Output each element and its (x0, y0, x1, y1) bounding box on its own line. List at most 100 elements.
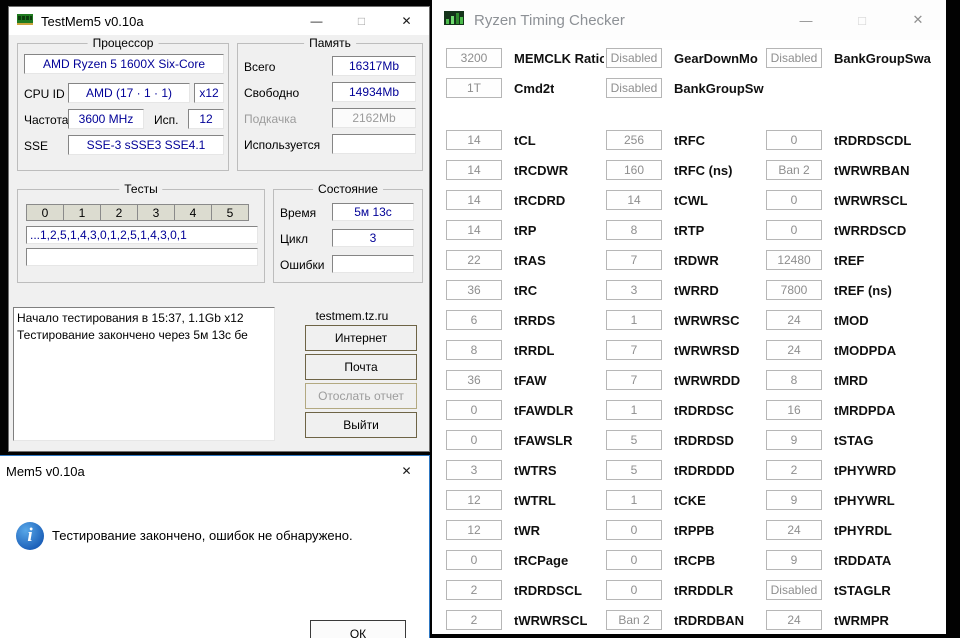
timing-label: tRP (514, 222, 537, 238)
timing-value-box: Disabled (606, 48, 662, 68)
minimize-icon[interactable]: — (294, 7, 339, 35)
timing-cell: Disabled BankGroupSwa (766, 43, 931, 73)
errors-label: Ошибки (280, 258, 325, 272)
timing-cell: 1 tWRWRSC (606, 305, 739, 335)
timing-label: tPHYRDL (834, 522, 892, 538)
timing-value-box: 36 (446, 370, 502, 390)
timing-label: tSTAGLR (834, 582, 891, 598)
timing-cell: 7 tWRWRSD (606, 335, 739, 365)
timing-label: tWRWRBAN (834, 162, 910, 178)
mail-button[interactable]: Почта (305, 354, 417, 380)
internet-button[interactable]: Интернет (305, 325, 417, 351)
timing-cell: 1 tCKE (606, 485, 706, 515)
test-log-box[interactable]: Начало тестирования в 15:37, 1.1Gb x12 Т… (13, 307, 275, 441)
timing-label: tWRWRSCL (514, 612, 588, 628)
timing-cell: 256 tRFC (606, 125, 705, 155)
timing-label: tMOD (834, 312, 869, 328)
timing-cell: 160 tRFC (ns) (606, 155, 733, 185)
timing-cell: 12480 tREF (766, 245, 864, 275)
timing-value-box: 2 (446, 580, 502, 600)
timing-value-box: 36 (446, 280, 502, 300)
maximize-icon[interactable]: □ (339, 7, 384, 35)
memory-swap-label: Подкачка (244, 112, 297, 126)
rtc-row: 3 tWTRS 5 tRDRDDD 2 tPHYWRD (432, 455, 946, 485)
timing-cell: 9 tPHYWRL (766, 485, 895, 515)
rtc-row: 1T Cmd2t Disabled BankGroupSw (432, 73, 946, 103)
timing-value-box: 3 (606, 280, 662, 300)
threads-label: Исп. (154, 113, 179, 127)
timing-label: Cmd2t (514, 80, 555, 96)
close-icon[interactable]: ✕ (890, 0, 946, 40)
timing-cell: 24 tMODPDA (766, 335, 896, 365)
timing-value-box: 24 (766, 340, 822, 360)
timing-value-box: Disabled (606, 78, 662, 98)
rtc-row: 22 tRAS 7 tRDWR 12480 tREF (432, 245, 946, 275)
timing-cell: 6 tRRDS (446, 305, 555, 335)
timing-label: tWR (514, 522, 540, 538)
send-report-button[interactable]: Отослать отчет (305, 383, 417, 409)
timing-value-box: Disabled (766, 48, 822, 68)
testmem5-window-title: TestMem5 v0.10a (41, 13, 144, 29)
timing-label: tWRWRSCL (834, 192, 908, 208)
timing-label: tFAW (514, 372, 547, 388)
maximize-icon[interactable]: □ (834, 0, 890, 40)
timing-label: tFAWDLR (514, 402, 574, 418)
timing-cell: 0 tRDRDSCDL (766, 125, 911, 155)
memory-groupbox: Память Всего 16317Mb Свободно 14934Mb По… (237, 36, 423, 171)
exit-button[interactable]: Выйти (305, 412, 417, 438)
timing-value-box: 0 (446, 400, 502, 420)
timing-cell: 2 tRDRDSCL (446, 575, 582, 605)
memory-swap-field: 2162Mb (332, 108, 416, 128)
rtc-row: 3200 MEMCLK Ratio Disabled GearDownMo Disabl… (432, 43, 946, 73)
timing-label: tWRRD (674, 282, 719, 298)
timing-cell: 8 tMRD (766, 365, 868, 395)
rtc-row: 0 tRCPage 0 tRCPB 9 tRDDATA (432, 545, 946, 575)
timing-cell: 14 tRCDRD (446, 185, 565, 215)
timing-label: GearDownMo (674, 50, 758, 66)
timing-label: tRCPB (674, 552, 716, 568)
errors-field (332, 255, 414, 273)
timing-label: tPHYWRD (834, 462, 897, 478)
close-icon[interactable]: ✕ (384, 7, 429, 35)
timing-cell: 1T Cmd2t (446, 73, 554, 103)
test-cell-3: 3 (137, 204, 175, 221)
log-line-2: Тестирование закончено через 5м 13с бе (17, 328, 248, 342)
timing-label: tFAWSLR (514, 432, 573, 448)
rtc-row: 14 tCL 256 tRFC 0 tRDRDSCDL (432, 125, 946, 155)
timing-cell: 22 tRAS (446, 245, 546, 275)
rtc-row: 14 tRP 8 tRTP 0 tWRRDSCD (432, 215, 946, 245)
timing-value-box: 7800 (766, 280, 822, 300)
rtc-row: 36 tRC 3 tWRRD 7800 tREF (ns) (432, 275, 946, 305)
tests-groupbox: Тесты 0 1 2 3 4 5 ...1,2,5,1,4,3,0,1,2,5… (17, 182, 265, 283)
rtc-row: 14 tRCDRD 14 tCWL 0 tWRWRSCL (432, 185, 946, 215)
test-cell-4: 4 (174, 204, 212, 221)
timing-cell: 2 tWRWRSCL (446, 605, 587, 634)
rtc-row: 0 tFAWDLR 1 tRDRDSC 16 tMRDPDA (432, 395, 946, 425)
test-cell-5: 5 (211, 204, 249, 221)
test-sequence-field: ...1,2,5,1,4,3,0,1,2,5,1,4,3,0,1 (26, 226, 258, 244)
log-line-1: Начало тестирования в 15:37, 1.1Gb x12 (17, 311, 244, 325)
close-icon[interactable]: ✕ (384, 456, 429, 486)
minimize-icon[interactable]: — (778, 0, 834, 40)
ok-button[interactable]: ОК (310, 620, 406, 638)
timing-value-box: 1 (606, 490, 662, 510)
timing-value-box: 7 (606, 340, 662, 360)
timing-label: tWRWRSD (674, 342, 740, 358)
timing-value-box: 14 (446, 130, 502, 150)
timing-value-box: 9 (766, 550, 822, 570)
timing-cell: 12 tWTRL (446, 485, 556, 515)
timing-cell: 5 tRDRDSD (606, 425, 734, 455)
timing-value-box: 0 (766, 130, 822, 150)
timing-cell: 0 tRCPage (446, 545, 568, 575)
rtc-row: 36 tFAW 7 tWRWRDD 8 tMRD (432, 365, 946, 395)
site-link: testmem.tz.ru (315, 309, 389, 323)
timing-label: tWTRS (514, 462, 557, 478)
timing-value-box: Disabled (766, 580, 822, 600)
timing-label: tRDRDSC (674, 402, 734, 418)
timing-cell: 14 tRP (446, 215, 536, 245)
timing-label: tRCDRD (514, 192, 566, 208)
timing-label: tRCDWR (514, 162, 569, 178)
timing-cell: Ban 2 tRDRDBAN (606, 605, 744, 634)
timing-value-box: 6 (446, 310, 502, 330)
timing-value-box: 8 (446, 340, 502, 360)
